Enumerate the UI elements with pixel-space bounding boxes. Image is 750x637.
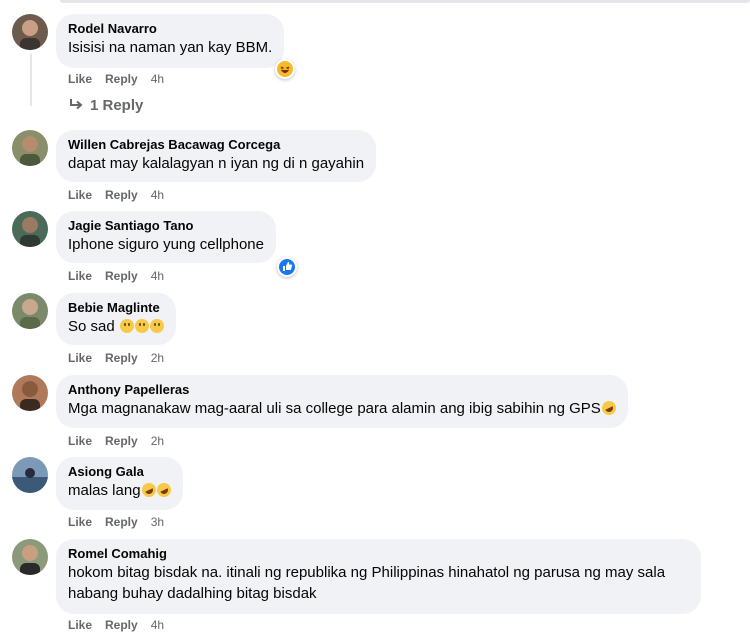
timestamp[interactable]: 4h: [151, 72, 164, 86]
rofl-icon: [154, 480, 173, 500]
comment-text: dapat may kalalagyan n iyan ng di n gaya…: [68, 155, 365, 172]
like-icon[interactable]: [277, 257, 297, 277]
comment-actions: Like Reply 2h: [68, 350, 164, 366]
like-button[interactable]: Like: [68, 269, 92, 283]
reply-button[interactable]: Reply: [105, 72, 138, 86]
like-button[interactable]: Like: [68, 434, 92, 448]
reply-button[interactable]: Reply: [105, 618, 138, 632]
timestamp[interactable]: 4h: [151, 269, 164, 283]
comment-text-content: malas lang: [68, 482, 141, 499]
comment-text-content: Mga magnanakaw mag-aaral uli sa college …: [68, 400, 601, 417]
previous-comment-edge: [60, 0, 750, 3]
timestamp[interactable]: 2h: [151, 351, 164, 365]
avatar[interactable]: [12, 211, 48, 247]
avatar[interactable]: [12, 130, 48, 166]
sad-face-icon: [119, 319, 134, 333]
like-button[interactable]: Like: [68, 72, 92, 86]
sad-face-icon: [134, 319, 149, 333]
comment-actions: Like Reply 4h: [68, 617, 164, 633]
commenter-name[interactable]: Romel Comahig: [68, 545, 689, 562]
comment-text: Isisisi na naman yan kay BBM.: [68, 39, 273, 56]
reply-button[interactable]: Reply: [105, 269, 138, 283]
like-button[interactable]: Like: [68, 351, 92, 365]
commenter-name[interactable]: Bebie Maglinte: [68, 299, 164, 316]
reply-button[interactable]: Reply: [105, 434, 138, 448]
comment-text: Mga magnanakaw mag-aaral uli sa college …: [68, 398, 619, 419]
avatar[interactable]: [12, 539, 48, 575]
like-button[interactable]: Like: [68, 188, 92, 202]
comment-text: malas lang: [68, 480, 173, 501]
comment-actions: Like Reply 4h: [68, 187, 164, 203]
reply-thread-line: [30, 54, 32, 106]
replies-count: 1 Reply: [90, 97, 144, 114]
haha-icon[interactable]: [275, 59, 295, 79]
commenter-name[interactable]: Rodel Navarro: [68, 20, 272, 37]
reply-button[interactable]: Reply: [105, 351, 138, 365]
comment-bubble: Jagie Santiago Tano Iphone siguro yung c…: [56, 211, 276, 263]
comment-bubble: Rodel Navarro Isisisi na naman yan kay B…: [56, 14, 285, 68]
timestamp[interactable]: 4h: [151, 188, 164, 202]
timestamp[interactable]: 4h: [151, 618, 164, 632]
timestamp[interactable]: 2h: [151, 434, 164, 448]
like-button[interactable]: Like: [68, 515, 92, 529]
avatar[interactable]: [12, 457, 48, 493]
commenter-name[interactable]: Willen Cabrejas Bacawag Corcega: [68, 136, 364, 153]
sad-face-icon: [149, 319, 164, 333]
like-button[interactable]: Like: [68, 618, 92, 632]
comment-actions: Like Reply 2h: [68, 433, 164, 449]
reply-button[interactable]: Reply: [105, 188, 138, 202]
comment-text: So sad: [68, 316, 164, 337]
reply-button[interactable]: Reply: [105, 515, 138, 529]
comment-bubble: Romel Comahig hokom bitag bisdak na. iti…: [56, 539, 701, 614]
avatar[interactable]: [12, 293, 48, 329]
comment-actions: Like Reply 4h: [68, 71, 164, 87]
comment-text: Iphone siguro yung cellphone: [68, 236, 264, 253]
reply-arrow-icon: [68, 98, 86, 118]
rofl-icon: [139, 480, 158, 500]
comment-bubble: Bebie Maglinte So sad: [56, 293, 176, 345]
comment-actions: Like Reply 3h: [68, 514, 164, 530]
comment-text-content: So sad: [68, 318, 115, 335]
rofl-icon: [599, 398, 619, 418]
comment-bubble: Willen Cabrejas Bacawag Corcega dapat ma…: [56, 130, 377, 182]
comment-text: hokom bitag bisdak na. itinali ng republ…: [68, 564, 666, 602]
comment-actions: Like Reply 4h: [68, 268, 164, 284]
commenter-name[interactable]: Anthony Papelleras: [68, 381, 616, 398]
avatar[interactable]: [12, 375, 48, 411]
avatar[interactable]: [12, 14, 48, 50]
timestamp[interactable]: 3h: [151, 515, 164, 529]
comment-bubble: Anthony Papelleras Mga magnanakaw mag-aa…: [56, 375, 628, 428]
commenter-name[interactable]: Jagie Santiago Tano: [68, 217, 264, 234]
comment-bubble: Asiong Gala malas lang: [56, 457, 183, 510]
view-replies-link[interactable]: 1 Reply: [68, 96, 143, 118]
commenter-name[interactable]: Asiong Gala: [68, 463, 171, 480]
